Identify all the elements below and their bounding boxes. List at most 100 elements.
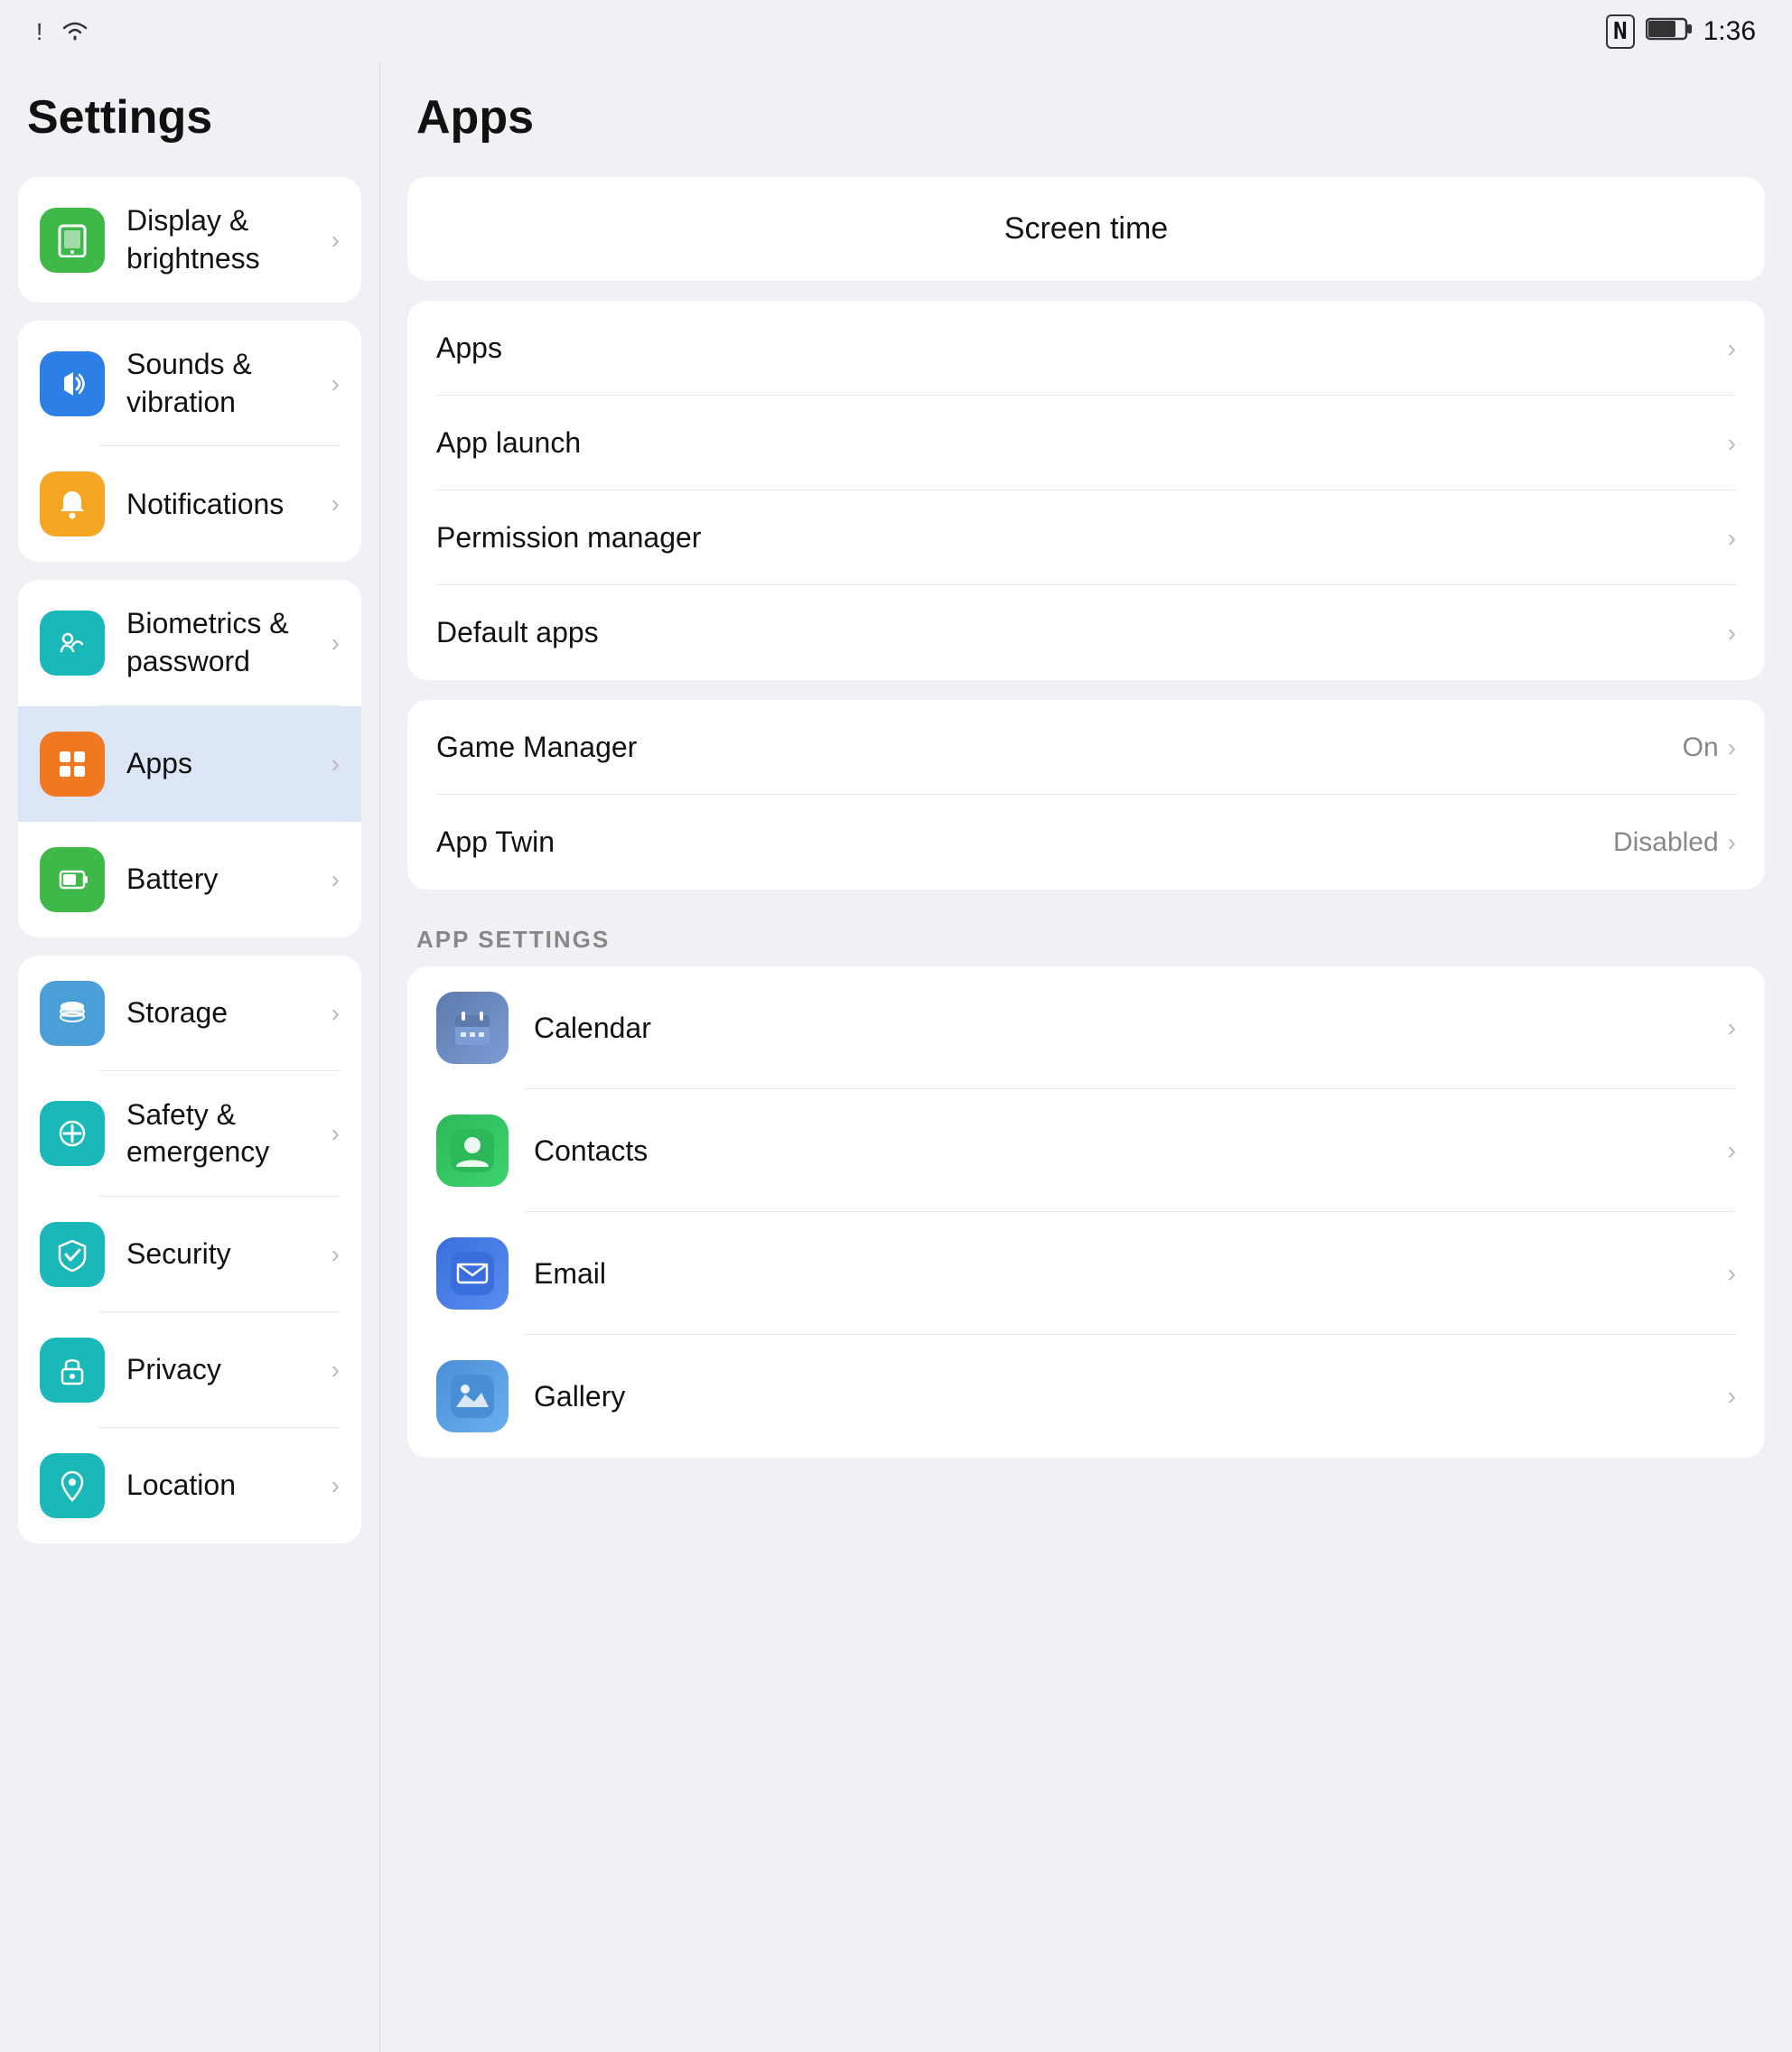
- safety-chevron: ›: [331, 1119, 340, 1148]
- sidebar-item-sounds[interactable]: Sounds & vibration ›: [18, 321, 361, 446]
- email-icon: [436, 1237, 509, 1310]
- biometrics-chevron: ›: [331, 629, 340, 658]
- sidebar-item-privacy[interactable]: Privacy ›: [18, 1312, 361, 1428]
- battery-settings-icon: [40, 847, 105, 912]
- privacy-icon: [40, 1338, 105, 1403]
- security-icon: [40, 1222, 105, 1287]
- notifications-chevron: ›: [331, 490, 340, 518]
- time-display: 1:36: [1703, 16, 1756, 47]
- contacts-label: Contacts: [534, 1134, 1728, 1168]
- privacy-chevron: ›: [331, 1356, 340, 1385]
- game-manager-value: On: [1683, 732, 1719, 763]
- gallery-chevron: ›: [1728, 1382, 1736, 1411]
- screen-time-button[interactable]: Screen time: [407, 177, 1765, 281]
- email-label: Email: [534, 1257, 1728, 1291]
- sidebar-item-display[interactable]: Display & brightness ›: [18, 177, 361, 303]
- default-apps-label: Default apps: [436, 616, 1728, 649]
- battery-icon: [1646, 15, 1693, 49]
- apps-chevron: ›: [331, 750, 340, 779]
- main-layout: Settings Display & brightness ›: [0, 63, 1792, 2052]
- gallery-icon: [436, 1360, 509, 1432]
- calendar-label: Calendar: [534, 1012, 1728, 1045]
- sidebar-item-notifications[interactable]: Notifications ›: [18, 446, 361, 562]
- storage-chevron: ›: [331, 999, 340, 1028]
- apps-main-card: Apps › App launch › Permission manager ›…: [407, 301, 1765, 680]
- settings-left-panel: Settings Display & brightness ›: [0, 63, 379, 2052]
- security-chevron: ›: [331, 1240, 340, 1269]
- display-label: Display & brightness: [126, 202, 322, 277]
- app-launch-chevron: ›: [1728, 429, 1736, 458]
- game-manager-chevron: ›: [1728, 733, 1736, 762]
- location-label: Location: [126, 1467, 322, 1505]
- sidebar-item-apps[interactable]: Apps ›: [18, 706, 361, 822]
- sidebar-item-safety[interactable]: Safety & emergency ›: [18, 1071, 361, 1197]
- nfc-icon: N: [1606, 14, 1635, 49]
- battery-chevron: ›: [331, 865, 340, 894]
- game-manager-label: Game Manager: [436, 731, 1683, 764]
- battery-label: Battery: [126, 861, 322, 899]
- apps-label: Apps: [126, 745, 322, 783]
- default-apps-item[interactable]: Default apps ›: [407, 585, 1765, 680]
- gallery-label: Gallery: [534, 1380, 1728, 1413]
- apps-right-panel: Apps Screen time Apps › App launch › Per…: [379, 63, 1792, 2052]
- location-chevron: ›: [331, 1471, 340, 1500]
- wifi-icon: [57, 15, 93, 49]
- calendar-chevron: ›: [1728, 1013, 1736, 1042]
- safety-label: Safety & emergency: [126, 1096, 322, 1171]
- sidebar-item-biometrics[interactable]: Biometrics & password ›: [18, 580, 361, 705]
- contacts-chevron: ›: [1728, 1136, 1736, 1165]
- game-manager-item[interactable]: Game Manager On ›: [407, 700, 1765, 795]
- apps-sub-label: Apps: [436, 331, 1728, 365]
- sounds-icon: [40, 351, 105, 416]
- storage-label: Storage: [126, 994, 322, 1032]
- contacts-app-item[interactable]: Contacts ›: [407, 1089, 1765, 1212]
- email-chevron: ›: [1728, 1259, 1736, 1288]
- settings-card-biometrics: Biometrics & password › Apps ›: [18, 580, 361, 937]
- sidebar-item-security[interactable]: Security ›: [18, 1197, 361, 1312]
- calendar-app-item[interactable]: Calendar ›: [407, 966, 1765, 1089]
- biometrics-label: Biometrics & password: [126, 605, 322, 680]
- display-chevron: ›: [331, 226, 340, 255]
- app-launch-label: App launch: [436, 426, 1728, 460]
- safety-icon: [40, 1101, 105, 1166]
- apps-panel-title: Apps: [407, 90, 1765, 145]
- app-settings-card: Calendar › Contacts ›: [407, 966, 1765, 1458]
- email-app-item[interactable]: Email ›: [407, 1212, 1765, 1335]
- notifications-icon: [40, 471, 105, 536]
- notifications-label: Notifications: [126, 486, 322, 524]
- settings-title: Settings: [18, 90, 361, 145]
- app-twin-item[interactable]: App Twin Disabled ›: [407, 795, 1765, 890]
- default-apps-chevron: ›: [1728, 619, 1736, 648]
- security-label: Security: [126, 1236, 322, 1273]
- app-twin-value: Disabled: [1613, 827, 1719, 858]
- sounds-label: Sounds & vibration: [126, 346, 322, 421]
- app-twin-chevron: ›: [1728, 828, 1736, 857]
- apps-sub-chevron: ›: [1728, 334, 1736, 363]
- app-twin-label: App Twin: [436, 825, 1613, 859]
- sidebar-item-location[interactable]: Location ›: [18, 1428, 361, 1544]
- biometrics-icon: [40, 611, 105, 676]
- app-launch-item[interactable]: App launch ›: [407, 396, 1765, 490]
- status-right-icons: N 1:36: [1606, 14, 1756, 49]
- gallery-app-item[interactable]: Gallery ›: [407, 1335, 1765, 1458]
- permission-manager-chevron: ›: [1728, 524, 1736, 553]
- alert-icon: !: [36, 18, 42, 46]
- sounds-chevron: ›: [331, 369, 340, 398]
- settings-card-storage: Storage › Safety & emergency ›: [18, 956, 361, 1544]
- app-settings-header: APP SETTINGS: [407, 909, 1765, 966]
- location-icon: [40, 1453, 105, 1518]
- permission-manager-label: Permission manager: [436, 521, 1728, 555]
- storage-icon: [40, 981, 105, 1046]
- sidebar-item-storage[interactable]: Storage ›: [18, 956, 361, 1071]
- settings-card-display: Display & brightness ›: [18, 177, 361, 303]
- display-icon: [40, 208, 105, 273]
- apps-sub-item[interactable]: Apps ›: [407, 301, 1765, 396]
- status-left-icons: !: [36, 15, 93, 49]
- contacts-icon: [436, 1115, 509, 1187]
- sidebar-item-battery[interactable]: Battery ›: [18, 822, 361, 937]
- privacy-label: Privacy: [126, 1351, 322, 1389]
- permission-manager-item[interactable]: Permission manager ›: [407, 490, 1765, 585]
- settings-card-sounds: Sounds & vibration › Notifications ›: [18, 321, 361, 562]
- apps-icon: [40, 732, 105, 797]
- status-bar: ! N 1:36: [0, 0, 1792, 63]
